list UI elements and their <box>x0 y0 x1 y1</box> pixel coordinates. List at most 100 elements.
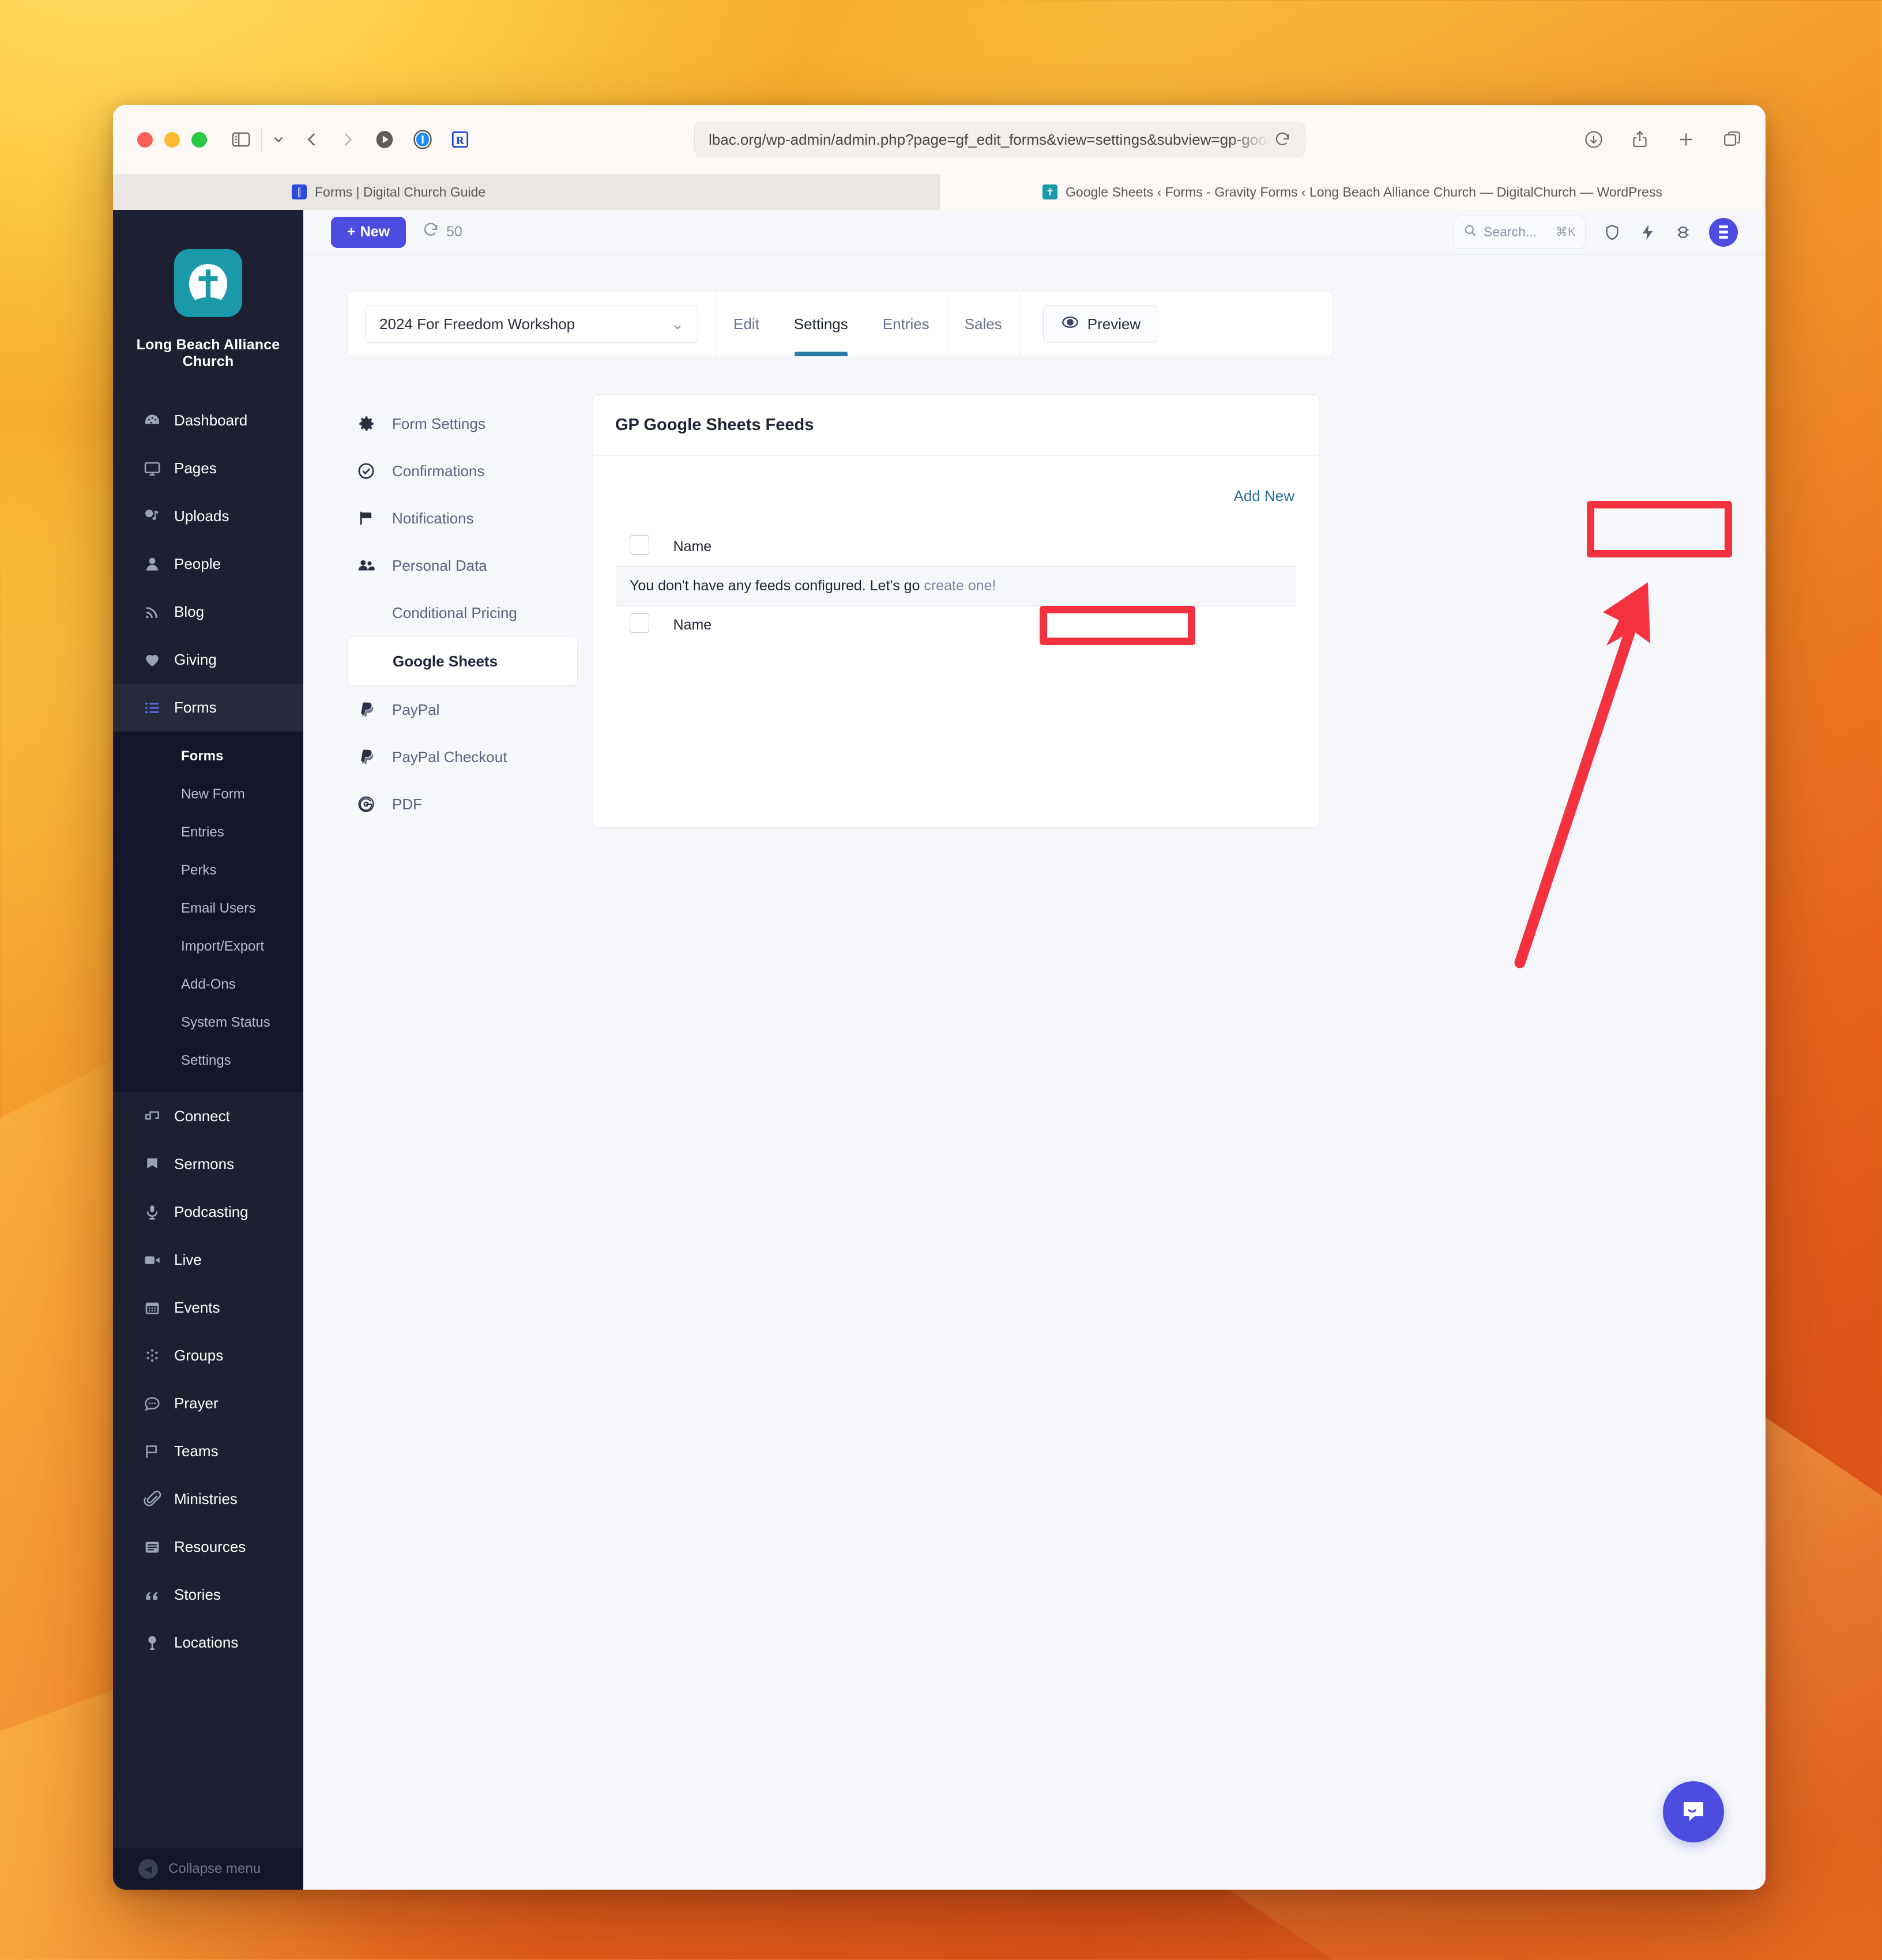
settings-nav-notifications[interactable]: Notifications <box>347 495 578 542</box>
sidebar-item-giving[interactable]: Giving <box>113 636 303 684</box>
forward-icon[interactable] <box>338 130 357 149</box>
sidebar-item-live[interactable]: Live <box>113 1236 303 1284</box>
search-placeholder: Search... <box>1484 224 1537 239</box>
browser-tab-2[interactable]: ✝ Google Sheets ‹ Forms - Gravity Forms … <box>940 174 1766 210</box>
connect-windows-icon <box>143 1107 170 1126</box>
bolt-icon[interactable] <box>1639 223 1657 242</box>
sidebar-item-people[interactable]: People <box>113 540 303 588</box>
sidebar-item-prayer[interactable]: Prayer <box>113 1379 303 1427</box>
submenu-item-add-ons-label: Add-Ons <box>181 977 236 992</box>
updates-indicator[interactable]: 50 <box>422 221 462 243</box>
feeds-panel-body: Add New Name You don't have any feeds co… <box>593 456 1319 670</box>
submenu-item-new-form[interactable]: New Form <box>113 775 303 813</box>
search-icon <box>1463 223 1478 242</box>
tab-sales[interactable]: Sales <box>947 292 1019 356</box>
sidebar-item-resources[interactable]: Resources <box>113 1523 303 1571</box>
bug-icon[interactable] <box>1674 224 1692 241</box>
settings-nav-pdf[interactable]: PDF <box>347 781 578 828</box>
settings-nav-pdf-label: PDF <box>392 795 422 813</box>
settings-nav-paypal-label: PayPal <box>392 700 440 718</box>
downloads-icon[interactable] <box>1583 129 1604 150</box>
sidebar-toggle-icon[interactable] <box>230 129 252 150</box>
sidebar-item-forms[interactable]: Forms <box>113 684 303 732</box>
new-tab-icon[interactable] <box>1676 129 1696 150</box>
select-all-footer-checkbox[interactable] <box>630 613 649 633</box>
search-input[interactable]: Search... ⌘K <box>1453 215 1586 249</box>
address-bar[interactable]: lbac.org/wp-admin/admin.php?page=gf_edit… <box>694 122 1305 157</box>
submenu-item-email-users[interactable]: Email Users <box>113 889 303 928</box>
add-new-row: Add New <box>615 471 1297 527</box>
back-icon[interactable] <box>302 130 322 149</box>
submenu-item-email-users-label: Email Users <box>181 900 256 916</box>
play-extension-icon[interactable] <box>374 129 396 150</box>
tab-settings[interactable]: Settings <box>777 292 865 356</box>
browser-tab-1[interactable]: ⫿ Forms | Digital Church Guide <box>113 174 940 210</box>
settings-nav-conditional-pricing[interactable]: Conditional Pricing <box>347 589 578 636</box>
submenu-item-import-export[interactable]: Import/Export <box>113 928 303 966</box>
collapse-arrow-icon: ◀ <box>138 1859 158 1879</box>
submenu-item-system-status[interactable]: System Status <box>113 1004 303 1042</box>
sidebar-item-groups[interactable]: Groups <box>113 1332 303 1379</box>
settings-nav-paypal-checkout[interactable]: PayPal Checkout <box>347 733 578 781</box>
form-switcher-select[interactable]: 2024 For Freedom Workshop ⌄ <box>365 305 698 343</box>
calendar-icon <box>143 1299 170 1317</box>
settings-nav-form-settings[interactable]: Form Settings <box>347 400 578 447</box>
sidebar-item-connect[interactable]: Connect <box>113 1092 303 1140</box>
submenu-item-add-ons[interactable]: Add-Ons <box>113 966 303 1004</box>
browser-window: R lbac.org/wp-admin/admin.php?page=gf_ed… <box>113 105 1766 1890</box>
paypal-icon <box>356 747 392 767</box>
preview-button[interactable]: Preview <box>1042 305 1159 343</box>
submenu-item-perks[interactable]: Perks <box>113 851 303 889</box>
video-camera-icon <box>143 1251 170 1269</box>
tab-edit[interactable]: Edit <box>716 292 777 356</box>
sidebar-item-ministries[interactable]: Ministries <box>113 1475 303 1523</box>
sidebar-item-pages[interactable]: Pages <box>113 444 303 492</box>
r-extension-icon[interactable]: R <box>450 129 470 150</box>
submenu-item-entries[interactable]: Entries <box>113 813 303 851</box>
submenu-item-settings[interactable]: Settings <box>113 1042 303 1080</box>
add-new-button[interactable]: Add New <box>1232 481 1297 511</box>
submenu-item-new-form-label: New Form <box>181 786 245 802</box>
sidebar-item-teams-label: Teams <box>174 1442 219 1460</box>
sidebar-item-dashboard[interactable]: Dashboard <box>113 397 303 444</box>
sidebar-item-teams[interactable]: Teams <box>113 1427 303 1475</box>
sidebar-item-podcasting[interactable]: Podcasting <box>113 1188 303 1236</box>
minimize-window-button[interactable] <box>164 131 180 148</box>
settings-nav-personal-data[interactable]: Personal Data <box>347 542 578 589</box>
select-all-checkbox[interactable] <box>630 535 649 555</box>
sidebar-item-blog[interactable]: Blog <box>113 588 303 636</box>
sidebar-item-events-label: Events <box>174 1299 220 1316</box>
sidebar-item-events[interactable]: Events <box>113 1284 303 1332</box>
close-window-button[interactable] <box>137 131 153 148</box>
plus-icon: + <box>347 224 356 240</box>
preview-button-label: Preview <box>1087 315 1141 333</box>
settings-nav-confirmations[interactable]: Confirmations <box>347 447 578 495</box>
flag-icon <box>356 508 392 528</box>
onepassword-extension-icon[interactable] <box>412 129 434 150</box>
reload-icon[interactable] <box>1274 131 1291 148</box>
tab-overview-icon[interactable] <box>1722 129 1742 150</box>
tab-entries[interactable]: Entries <box>865 292 947 356</box>
collapse-menu-button[interactable]: ◀ Collapse menu <box>113 1848 303 1890</box>
account-menu-icon[interactable] <box>1709 217 1738 247</box>
create-one-link[interactable]: create one! <box>924 578 996 594</box>
sidebar-item-sermons[interactable]: Sermons <box>113 1140 303 1188</box>
map-pin-icon <box>143 1634 170 1652</box>
share-icon[interactable] <box>1629 129 1650 150</box>
new-button[interactable]: + New <box>331 216 406 248</box>
submenu-item-forms[interactable]: Forms <box>113 737 303 775</box>
sidebar-item-uploads[interactable]: Uploads <box>113 492 303 540</box>
settings-nav-notifications-label: Notifications <box>392 509 474 527</box>
intercom-chat-icon[interactable] <box>1663 1781 1724 1842</box>
shield-icon[interactable] <box>1603 223 1621 242</box>
settings-nav-confirmations-label: Confirmations <box>392 462 485 480</box>
settings-nav-google-sheets[interactable]: Google Sheets <box>347 636 578 686</box>
column-footer-name: Name <box>673 617 712 633</box>
chevron-down-icon[interactable] <box>271 132 286 147</box>
sidebar-item-stories[interactable]: Stories <box>113 1571 303 1619</box>
settings-nav-paypal[interactable]: PayPal <box>347 686 578 733</box>
maximize-window-button[interactable] <box>191 131 207 148</box>
updates-refresh-icon <box>422 221 439 243</box>
sidebar-item-podcasting-label: Podcasting <box>174 1203 249 1220</box>
sidebar-item-locations[interactable]: Locations <box>113 1619 303 1667</box>
